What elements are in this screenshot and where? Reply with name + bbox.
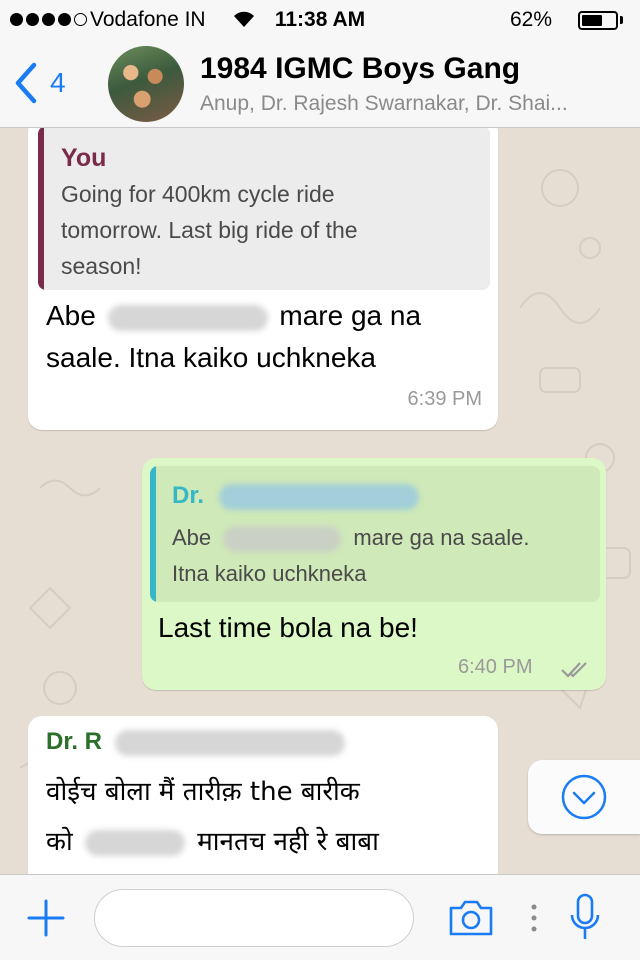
camera-icon[interactable] — [447, 898, 495, 938]
quote-text-line: Going for 400km cycle ride — [61, 181, 335, 207]
message-timestamp: 6:39 PM — [407, 388, 482, 410]
vertical-dots-icon[interactable] — [529, 902, 539, 934]
battery-percent: 62% — [510, 8, 553, 31]
quote-text-part: mare ga na saale. — [353, 525, 530, 550]
quote-text-part: Abe — [172, 525, 212, 550]
chat-header: 4 1984 IGMC Boys Gang Anup, Dr. Rajesh S… — [0, 40, 640, 128]
quote-text-line: Itna kaiko uchkneka — [172, 561, 367, 586]
redacted-name — [218, 483, 419, 510]
unread-count: 4 — [50, 67, 66, 98]
group-title[interactable]: 1984 IGMC Boys Gang — [200, 52, 520, 86]
message-incoming[interactable]: Dr. R वोईच बोला मैं तारीक़ the बारीक को … — [28, 716, 498, 874]
scroll-to-bottom-button[interactable] — [528, 760, 640, 834]
battery-nub — [620, 16, 623, 24]
redacted-text — [84, 829, 185, 856]
message-text: Last time bola na be! — [158, 612, 418, 643]
quote-author: Dr. — [172, 482, 419, 510]
quoted-message[interactable]: You Going for 400km cycle ride tomorrow.… — [38, 128, 490, 290]
message-input[interactable] — [94, 889, 414, 947]
message-outgoing[interactable]: Dr. Abe mare ga na saale. Itna kaiko uch… — [142, 458, 606, 690]
message-text-part: को — [46, 827, 73, 857]
chat-area[interactable]: You Going for 400km cycle ride tomorrow.… — [0, 128, 640, 874]
quote-text-line: Abe mare ga na saale. — [172, 520, 530, 556]
chevron-down-circle-icon — [561, 774, 607, 820]
status-bar: Vodafone IN 11:38 AM 62% — [0, 0, 640, 40]
redacted-name — [223, 526, 342, 553]
message-timestamp: 6:40 PM — [458, 656, 533, 678]
quote-bar — [150, 466, 156, 602]
chevron-left-icon — [15, 62, 37, 104]
message-incoming[interactable]: You Going for 400km cycle ride tomorrow.… — [28, 128, 498, 430]
redacted-name — [107, 304, 268, 331]
quote-bar — [38, 128, 44, 290]
message-text-part: मानतच नही रे बाबा — [197, 827, 379, 857]
message-text-line: को मानतच नही रे बाबा — [46, 822, 379, 862]
group-avatar[interactable] — [108, 46, 184, 122]
read-receipt-icon — [561, 662, 587, 678]
sender-name: Dr. R — [46, 728, 345, 756]
group-members[interactable]: Anup, Dr. Rajesh Swarnakar, Dr. Shai... — [200, 92, 630, 116]
message-text-line: saale. Itna kaiko uchkneka — [46, 342, 376, 373]
quote-author-prefix: Dr. — [172, 482, 205, 509]
back-button[interactable]: 4 — [14, 62, 66, 104]
message-text-part: mare ga na — [279, 300, 422, 331]
quoted-message[interactable]: Dr. Abe mare ga na saale. Itna kaiko uch… — [150, 466, 600, 602]
plus-icon[interactable] — [26, 898, 66, 938]
quote-text-line: season! — [61, 253, 142, 279]
quote-author: You — [61, 144, 107, 172]
message-text: Abe mare ga na — [46, 296, 421, 336]
battery-icon — [578, 11, 618, 30]
microphone-icon[interactable] — [568, 893, 602, 943]
input-bar — [0, 874, 640, 960]
quote-text-line: tomorrow. Last big ride of the — [61, 217, 358, 243]
sender-name-text: Dr. R — [46, 728, 103, 755]
message-text-part: Abe — [46, 300, 96, 331]
message-text-line: वोईच बोला मैं तारीक़ the बारीक — [46, 777, 360, 807]
redacted-name — [114, 729, 345, 756]
